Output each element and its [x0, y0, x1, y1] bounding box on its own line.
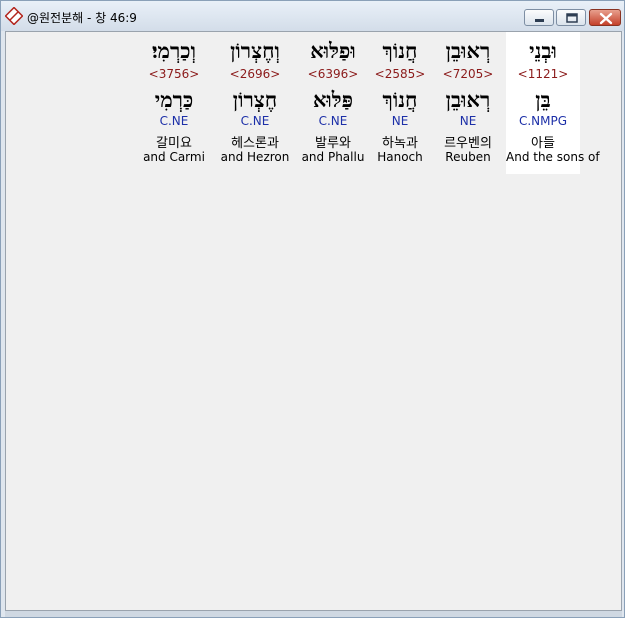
strong-number[interactable]: <6396>: [296, 67, 370, 81]
hebrew-lemma: פַּלּוּא: [312, 87, 354, 112]
hebrew-word: חֲנוֹךְ: [382, 38, 418, 63]
word-column-5[interactable]: וְחֶצְרוֹן <2696> חֶצְרוֹן C.NE 헤스론과 and…: [218, 32, 292, 174]
close-button[interactable]: [589, 9, 621, 26]
strong-number[interactable]: <3756>: [137, 67, 211, 81]
korean-gloss: 하녹과: [382, 136, 418, 151]
word-column-3[interactable]: חֲנוֹךְ <2585> חֲנוֹךְ NE 하녹과 Hanoch: [363, 32, 437, 174]
parsing-code: C.NE: [240, 114, 270, 128]
app-window: @원전분해 - 창 46:9 וּבְנֵי <1121> בֵּן C.NMP…: [0, 0, 625, 618]
word-column-4[interactable]: וּפַלּוּא <6396> פַּלּוּא C.NE 발루와 and P…: [296, 32, 370, 174]
maximize-icon: [566, 13, 578, 23]
parsing-code: NE: [391, 114, 409, 128]
strong-number[interactable]: <2585>: [363, 67, 437, 81]
hebrew-word: וְחֶצְרוֹן: [230, 38, 280, 63]
parsing-code: NE: [459, 114, 477, 128]
maximize-button[interactable]: [556, 9, 586, 26]
korean-gloss: 아들: [531, 136, 555, 151]
english-gloss: and Phallu: [301, 150, 365, 164]
hebrew-lemma: חֲנוֹךְ: [382, 87, 418, 112]
hebrew-word: וְכַרְמִי׃: [152, 38, 196, 63]
hebrew-lemma: חֶצְרוֹן: [232, 87, 278, 112]
hebrew-lemma: בֵּן: [535, 87, 551, 112]
strong-number[interactable]: <7205>: [431, 67, 505, 81]
korean-gloss: 헤스론과: [231, 136, 279, 151]
korean-gloss: 발루와: [315, 136, 351, 151]
hebrew-word: וּפַלּוּא: [310, 38, 356, 63]
korean-gloss: 르우벤의: [444, 136, 492, 151]
english-gloss: Reuben: [445, 150, 491, 164]
hebrew-lemma: רְאוּבֵן: [445, 87, 491, 112]
parsing-code: C.NE: [318, 114, 348, 128]
word-column-2[interactable]: רְאוּבֵן <7205> רְאוּבֵן NE 르우벤의 Reuben: [431, 32, 505, 174]
hebrew-word: רְאוּבֵן: [445, 38, 491, 63]
strong-number[interactable]: <2696>: [218, 67, 292, 81]
korean-gloss: 갈미요: [156, 136, 192, 151]
english-gloss: and Carmi: [143, 150, 205, 164]
app-icon: [4, 6, 24, 26]
title-bar[interactable]: @원전분해 - 창 46:9: [1, 1, 624, 31]
window-title: @원전분해 - 창 46:9: [27, 11, 137, 25]
close-icon: [599, 12, 613, 25]
english-gloss: Hanoch: [377, 150, 423, 164]
english-gloss: and Hezron: [220, 150, 290, 164]
english-gloss: And the sons of: [506, 150, 600, 164]
window-bottom-border: [5, 611, 622, 617]
minimize-button[interactable]: [524, 9, 554, 26]
parsing-code: C.NMPG: [518, 114, 568, 128]
interlinear-panel[interactable]: וּבְנֵי <1121> בֵּן C.NMPG 아들 And the so…: [5, 31, 622, 611]
word-column-6[interactable]: וְכַרְמִי׃ <3756> כַּרְמִי C.NE 갈미요 and …: [137, 32, 211, 174]
word-column-1[interactable]: וּבְנֵי <1121> בֵּן C.NMPG 아들 And the so…: [506, 32, 600, 174]
strong-number[interactable]: <1121>: [506, 67, 580, 81]
hebrew-lemma: כַּרְמִי: [154, 87, 194, 112]
minimize-icon: [535, 19, 544, 22]
hebrew-word: וּבְנֵי: [529, 38, 557, 63]
parsing-code: C.NE: [159, 114, 189, 128]
